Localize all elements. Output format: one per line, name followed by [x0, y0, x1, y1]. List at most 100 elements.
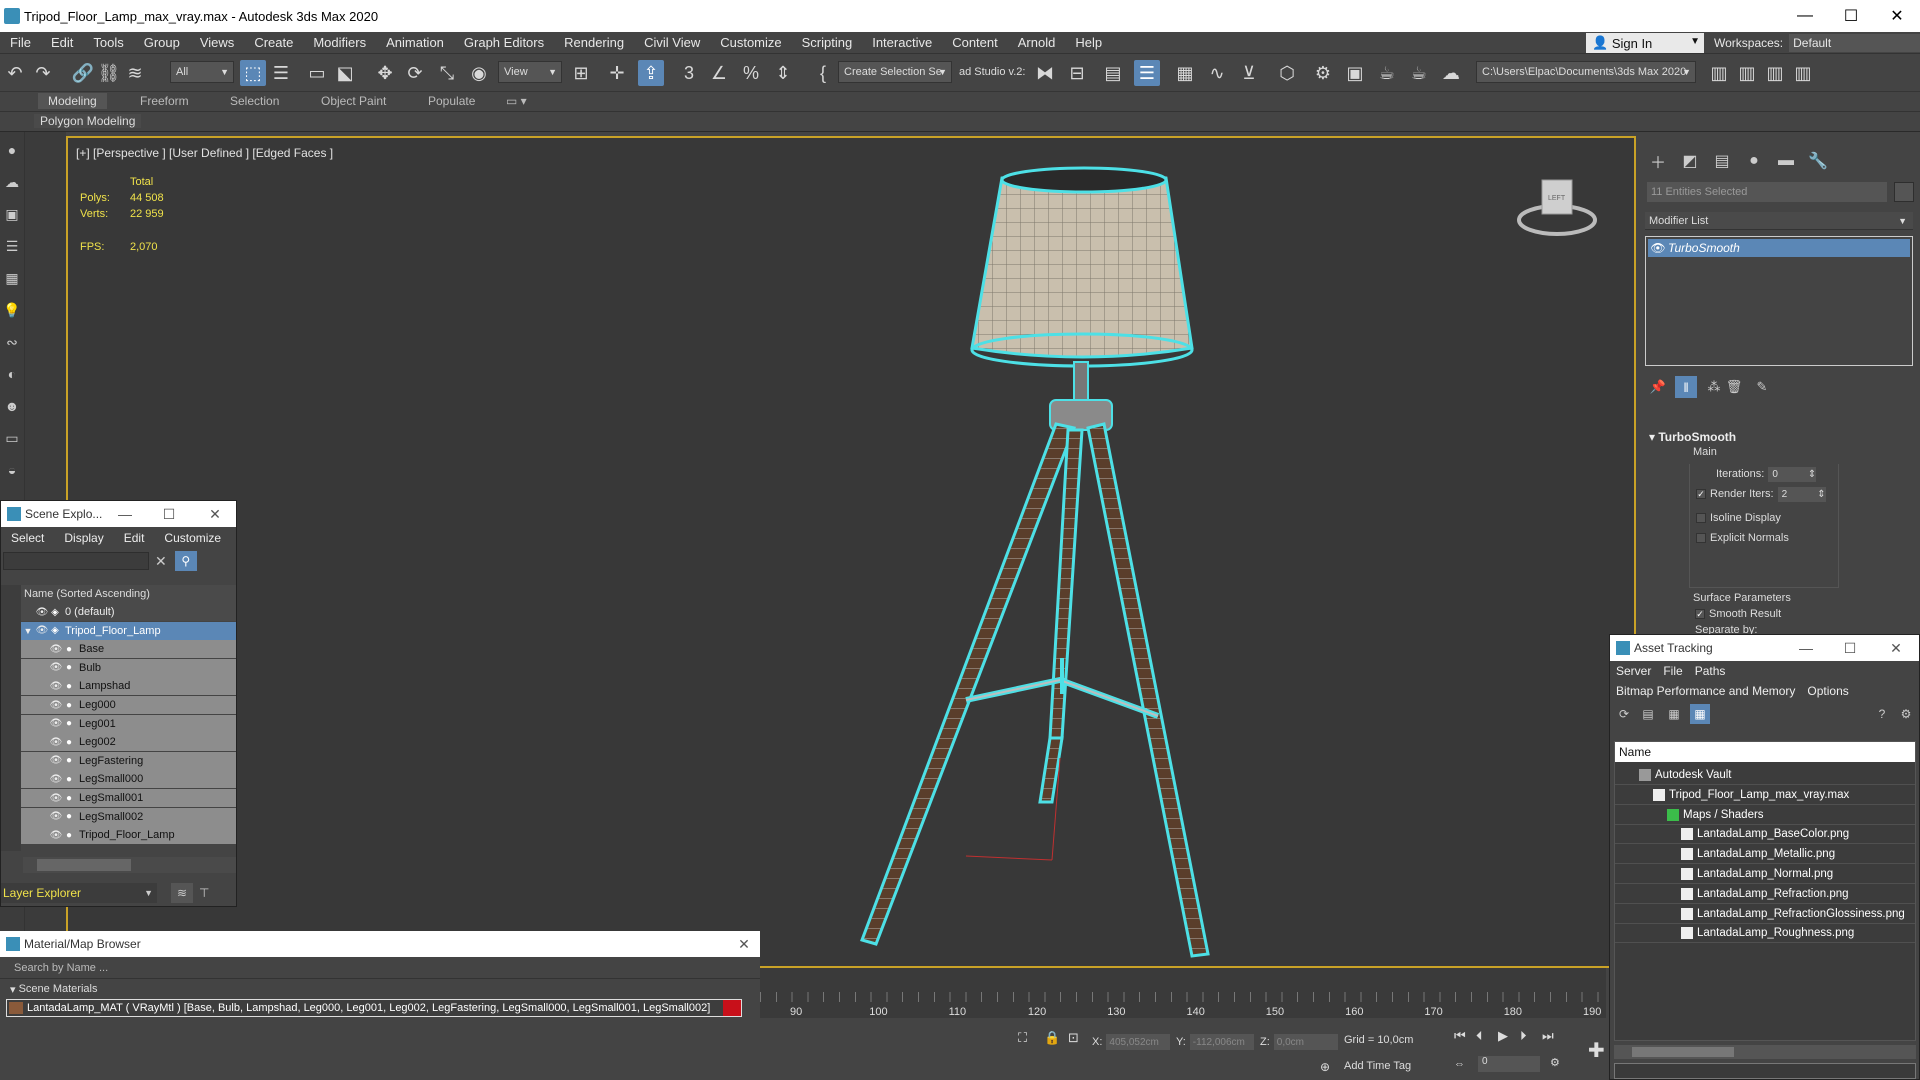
close-button[interactable]: ✕: [724, 931, 764, 957]
material-editor-icon[interactable]: ⬡: [1274, 60, 1300, 86]
freeze-icon[interactable]: ●: [63, 755, 75, 766]
layer-explorer-dropdown[interactable]: Layer Explorer ▼: [1, 883, 157, 903]
asset-tree-row[interactable]: Tripod_Floor_Lamp_max_vray.max: [1653, 786, 1849, 804]
selection-filter-dropdown[interactable]: All ▼: [170, 61, 234, 83]
scrollbar-thumb[interactable]: [37, 859, 131, 871]
schematic-view-icon[interactable]: ⊻: [1236, 60, 1262, 86]
menu-file[interactable]: File: [1657, 664, 1688, 678]
menu-content[interactable]: Content: [942, 35, 1008, 50]
freeze-icon[interactable]: ●: [63, 681, 75, 692]
layer-icon[interactable]: ◈: [49, 607, 61, 618]
add-time-tag-button[interactable]: Add Time Tag: [1344, 1060, 1411, 1072]
move-icon[interactable]: ✥: [372, 60, 398, 86]
scene-tree-row[interactable]: 👁 ● Base: [21, 640, 236, 659]
visibility-eye-icon[interactable]: 👁: [49, 793, 63, 804]
toggle-ribbon-icon[interactable]: ▦: [1172, 60, 1198, 86]
settings-icon[interactable]: ⚙: [1896, 704, 1916, 724]
render-setup-icon[interactable]: ⚙: [1310, 60, 1336, 86]
reference-coordinate-dropdown[interactable]: View ▼: [498, 61, 562, 83]
scene-tree-row[interactable]: 👁 ● Leg000: [21, 696, 236, 714]
horizontal-scrollbar[interactable]: [23, 857, 236, 873]
scene-tree-row[interactable]: 👁 ● Leg002: [21, 733, 236, 752]
render-production-icon[interactable]: ☕: [1374, 60, 1400, 86]
menu-views[interactable]: Views: [190, 35, 244, 50]
expand-icon[interactable]: ▼: [21, 626, 35, 636]
maximize-button[interactable]: ☐: [1830, 635, 1870, 661]
spline-icon[interactable]: ∾: [2, 332, 22, 352]
iterations-spinner[interactable]: 0 ⇕: [1768, 466, 1817, 482]
visibility-eye-icon[interactable]: 👁: [49, 700, 63, 711]
freeze-icon[interactable]: ●: [63, 774, 75, 785]
filter-icon[interactable]: ⚲: [174, 551, 197, 571]
freeze-icon[interactable]: ●: [63, 700, 75, 711]
refresh-icon[interactable]: ⟳: [1614, 704, 1634, 724]
angle-snap-icon[interactable]: ∠: [706, 60, 732, 86]
rectangular-selection-icon[interactable]: ▭: [304, 60, 330, 86]
visibility-eye-icon[interactable]: 👁: [35, 625, 49, 636]
menu-bitmap-performance[interactable]: Bitmap Performance and Memory: [1610, 684, 1801, 698]
pin-icon[interactable]: ⊤: [199, 886, 209, 900]
menu-options[interactable]: Options: [1801, 684, 1854, 698]
visibility-eye-icon[interactable]: 👁: [49, 644, 63, 655]
scene-tree-row[interactable]: 👁 ● LegSmall001: [21, 789, 236, 807]
freeze-icon[interactable]: ●: [63, 811, 75, 822]
undo-icon[interactable]: ↶: [2, 60, 28, 86]
isolate-selection-icon[interactable]: ⛶: [1018, 1030, 1027, 1046]
freeze-icon[interactable]: ●: [63, 793, 75, 804]
maximize-button[interactable]: ☐: [1828, 0, 1874, 32]
asset-tree-row[interactable]: LantadaLamp_RefractionGlossiness.png: [1681, 905, 1905, 923]
scene-tree-row[interactable]: 👁 ● Tripod_Floor_Lamp: [21, 826, 236, 845]
pivot-center-icon[interactable]: ⊞: [568, 60, 594, 86]
bind-space-warp-icon[interactable]: ≋: [122, 60, 148, 86]
freeze-icon[interactable]: ●: [63, 662, 75, 673]
window-crossing-icon[interactable]: ⬕: [332, 60, 358, 86]
motion-tab-icon[interactable]: ●: [1743, 150, 1765, 172]
create-project-icon[interactable]: ▥: [1762, 60, 1788, 86]
tab-selection[interactable]: Selection: [230, 94, 279, 108]
menu-server[interactable]: Server: [1610, 664, 1657, 678]
scene-tree-row[interactable]: 👁 ● LegSmall000: [21, 770, 236, 789]
unlink-icon[interactable]: ⛓: [96, 60, 122, 86]
visibility-eye-icon[interactable]: 👁: [49, 662, 63, 673]
asset-tree-row[interactable]: LantadaLamp_Roughness.png: [1681, 924, 1854, 942]
grid-icon[interactable]: ▦: [2, 268, 22, 288]
ribbon-options-icon[interactable]: ▭ ▾: [506, 94, 527, 108]
search-input[interactable]: [3, 552, 149, 570]
lock-icon[interactable]: 🔒: [1044, 1030, 1060, 1046]
create-tab-icon[interactable]: ＋: [1647, 150, 1669, 172]
visibility-eye-icon[interactable]: 👁: [49, 737, 63, 748]
scene-explorer-titlebar[interactable]: Scene Explo... — ☐ ✕: [1, 501, 236, 527]
align-icon[interactable]: ⊟: [1064, 60, 1090, 86]
column-header-name[interactable]: Name: [1615, 742, 1915, 762]
visibility-eye-icon[interactable]: 👁: [49, 681, 63, 692]
maximize-button[interactable]: ☐: [149, 501, 189, 527]
menu-create[interactable]: Create: [244, 35, 303, 50]
show-end-result-icon[interactable]: ‖: [1675, 376, 1697, 398]
freeze-icon[interactable]: ●: [63, 718, 75, 729]
minimize-button[interactable]: —: [1786, 635, 1826, 661]
time-config-icon[interactable]: ⚙: [1550, 1056, 1560, 1069]
tab-populate[interactable]: Populate: [428, 94, 475, 108]
menu-customize[interactable]: Customize: [710, 35, 791, 50]
x-coordinate-field[interactable]: 405,052cm: [1106, 1034, 1171, 1050]
rendered-frame-window-icon[interactable]: ▣: [1342, 60, 1368, 86]
clear-search-icon[interactable]: ✕: [155, 553, 167, 570]
material-item[interactable]: LantadaLamp_MAT ( VRayMtl ) [Base, Bulb,…: [6, 999, 742, 1017]
y-coordinate-field[interactable]: -112,006cm: [1189, 1034, 1254, 1050]
freeze-icon[interactable]: ●: [63, 737, 75, 748]
select-manipulate-icon[interactable]: ✛: [604, 60, 630, 86]
scene-tree-row[interactable]: 👁 ● Lampshad: [21, 677, 236, 696]
lamp-stem[interactable]: [1049, 361, 1113, 431]
lamp-legs[interactable]: [860, 422, 1210, 958]
freeze-icon[interactable]: ●: [63, 830, 75, 841]
menu-paths[interactable]: Paths: [1689, 664, 1732, 678]
cloud-icon[interactable]: ☁: [2, 172, 22, 192]
render-iterative-icon[interactable]: ☕: [1406, 60, 1432, 86]
grid-view-icon[interactable]: ▦: [1690, 704, 1710, 724]
previous-frame-icon[interactable]: ⏴: [1476, 1028, 1483, 1044]
menu-display[interactable]: Display: [54, 531, 113, 545]
project-folder-dropdown[interactable]: C:\Users\Elpac\Documents\3ds Max 2020 ▼: [1476, 61, 1696, 83]
rollout-header[interactable]: ▾ TurboSmooth: [1649, 428, 1911, 446]
viewport-navigation-icon[interactable]: ✚: [1588, 1038, 1605, 1063]
table-view-icon[interactable]: ▦: [1664, 704, 1684, 724]
